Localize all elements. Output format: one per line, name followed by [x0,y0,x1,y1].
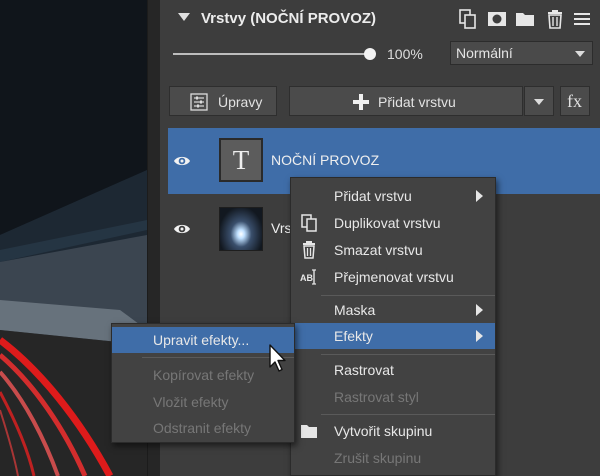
menu-item-rename-layer[interactable]: AB Přejmenovat vrstvu [291,264,495,290]
layer-name: NOČNÍ PROVOZ [271,152,380,168]
chevron-right-icon [476,190,483,202]
menu-separator [321,295,495,296]
collapse-arrow-icon[interactable] [178,13,190,21]
layer-name: Vrs [271,220,292,236]
folder-icon [301,425,317,438]
menu-separator [321,414,495,415]
menu-item-label: Duplikovat vrstvu [334,215,441,231]
chevron-down-icon [534,99,544,105]
menu-item-label: Kopírovat efekty [153,367,255,383]
menu-item-label: Rastrovat [334,362,394,378]
adjustments-label: Úpravy [218,94,263,110]
mask-icon[interactable] [487,9,507,29]
layer-thumbnail-photo [219,207,263,251]
folder-icon[interactable] [515,9,535,29]
menu-item-duplicate-layer[interactable]: Duplikovat vrstvu [291,210,495,236]
panel-header: Vrstvy (NOČNÍ PROVOZ) [160,0,600,38]
eye-icon[interactable] [173,220,191,238]
add-layer-dropdown-button[interactable] [524,86,554,116]
submenu-item-copy-effects: Kopírovat efekty [112,362,294,388]
eye-icon[interactable] [173,152,191,170]
menu-icon[interactable] [572,9,592,29]
chevron-right-icon [476,330,483,342]
trash-icon [303,241,315,259]
chevron-down-icon [575,51,585,57]
duplicate-layer-icon [301,214,317,232]
menu-item-label: Upravit efekty... [153,332,250,348]
blend-mode-select[interactable]: Normální [450,41,593,65]
menu-item-label: Přejmenovat vrstvu [334,269,454,285]
fx-label: fx [567,91,582,111]
duplicate-layer-icon[interactable] [458,9,478,29]
submenu-item-paste-effects: Vložit efekty [112,389,294,415]
menu-item-label: Rastrovat styl [334,389,419,405]
menu-item-create-group[interactable]: Vytvořit skupinu [291,418,495,444]
mouse-cursor-icon [269,344,286,372]
rename-icon: AB [300,269,316,285]
opacity-slider-thumb[interactable] [364,48,376,60]
svg-text:AB: AB [300,273,313,283]
opacity-slider-track[interactable] [173,53,370,55]
fx-button[interactable]: fx [560,86,590,116]
menu-item-delete-layer[interactable]: Smazat vrstvu [291,237,495,263]
menu-item-ungroup: Zrušit skupinu [291,445,495,471]
menu-item-label: Přidat vrstvu [334,188,412,204]
opacity-value: 100% [387,46,423,62]
menu-item-label: Zrušit skupinu [334,450,422,466]
layer-context-menu: Přidat vrstvu Duplikovat vrstvu Smazat v… [290,177,496,476]
effects-submenu: Upravit efekty... Kopírovat efekty Vloži… [111,323,295,443]
menu-item-effects[interactable]: Efekty [291,323,495,349]
menu-item-label: Maska [334,302,376,318]
layer-thumbnail-text: T [219,138,263,182]
menu-item-rasterize-style: Rastrovat styl [291,384,495,410]
submenu-item-edit-effects[interactable]: Upravit efekty... [112,327,294,353]
menu-item-mask[interactable]: Maska [291,297,495,323]
opacity-row: 100% Normální [160,38,600,72]
text-layer-icon: T [232,145,250,175]
menu-item-rasterize[interactable]: Rastrovat [291,357,495,383]
menu-item-label: Efekty [334,328,373,344]
menu-item-add-layer[interactable]: Přidat vrstvu [291,183,495,209]
menu-item-label: Vytvořit skupinu [334,423,433,439]
adjustments-icon [190,93,208,111]
submenu-item-remove-effects: Odstranit efekty [112,415,294,441]
menu-separator [321,354,495,355]
trash-icon[interactable] [545,9,565,29]
adjustments-button[interactable]: Úpravy [169,86,277,116]
plus-icon [353,94,369,110]
add-layer-button[interactable]: Přidat vrstvu [289,86,523,116]
menu-item-label: Vložit efekty [153,394,229,410]
add-layer-label: Přidat vrstvu [378,94,456,110]
chevron-right-icon [476,304,483,316]
menu-item-label: Odstranit efekty [153,420,252,436]
blend-mode-value: Normální [456,45,513,61]
menu-item-label: Smazat vrstvu [334,242,423,258]
panel-title: Vrstvy (NOČNÍ PROVOZ) [201,10,377,27]
